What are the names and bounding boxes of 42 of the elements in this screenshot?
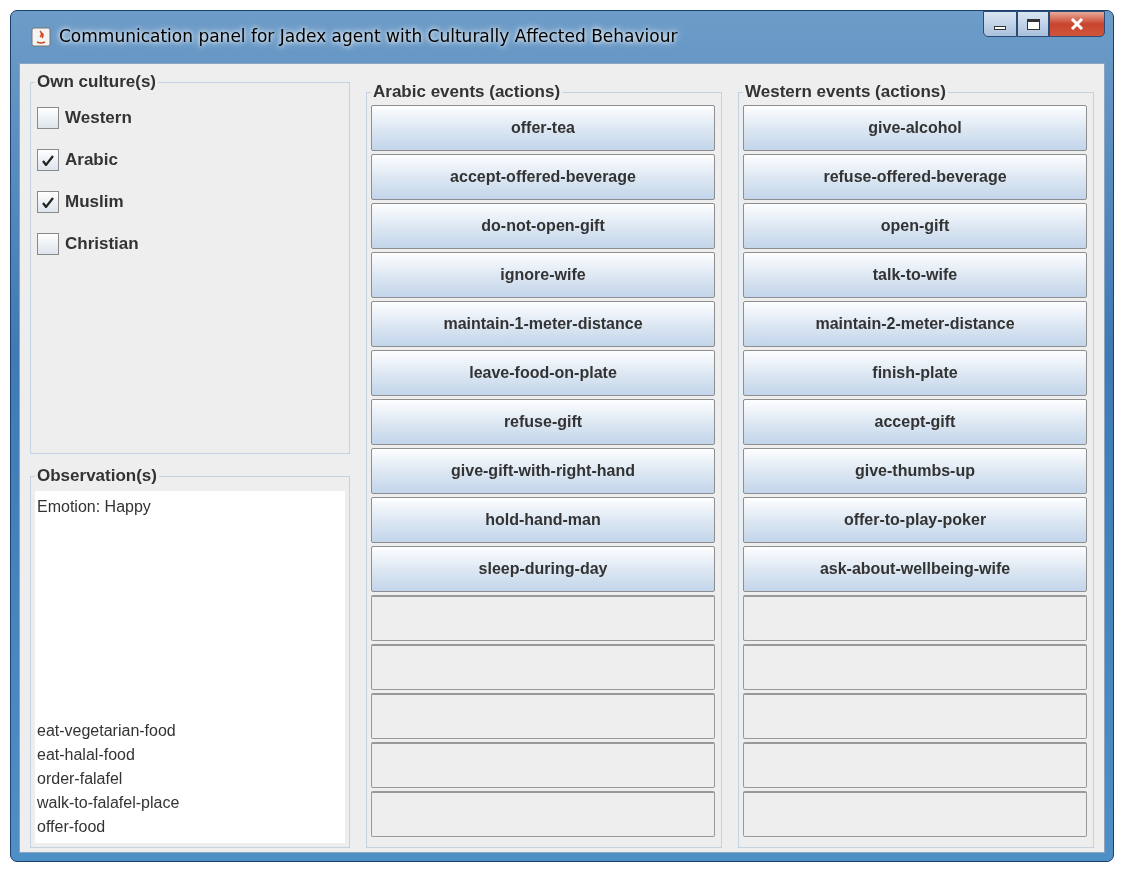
event-button[interactable]: finish-plate [743,350,1087,396]
event-button[interactable]: talk-to-wife [743,252,1087,298]
event-button[interactable]: accept-gift [743,399,1087,445]
observation-line: offer-food [37,817,107,837]
window-title: Communication panel for Jadex agent with Culturally Affected Behaviour [59,25,678,49]
event-button[interactable]: offer-to-play-poker [743,497,1087,543]
event-button[interactable]: ask-about-wellbeing-wife [743,546,1087,592]
minimize-button[interactable] [983,11,1017,37]
event-button[interactable]: do-not-open-gift [371,203,715,249]
close-button[interactable] [1049,11,1105,37]
emotion-text: Emotion: Happy [37,497,152,517]
check-icon [42,154,54,166]
event-button[interactable]: give-thumbs-up [743,448,1087,494]
event-button[interactable]: accept-offered-beverage [371,154,715,200]
event-button[interactable]: hold-hand-man [371,497,715,543]
event-button[interactable]: give-gift-with-right-hand [371,448,715,494]
event-button[interactable]: leave-food-on-plate [371,350,715,396]
maximize-button[interactable] [1017,11,1049,37]
event-button[interactable]: refuse-offered-beverage [743,154,1087,200]
group-title: Observation(s) [35,466,159,486]
event-button[interactable]: ignore-wife [371,252,715,298]
event-button[interactable]: open-gift [743,203,1087,249]
checkbox[interactable]: Western [37,97,343,139]
close-icon [1070,18,1084,30]
app-icon[interactable] [31,27,51,47]
checkbox[interactable]: Arabic [37,139,343,181]
checkbox[interactable]: Christian [37,223,343,265]
observation-line: order-falafel [37,769,124,789]
event-button[interactable]: refuse-gift [371,399,715,445]
group-title: Own culture(s) [35,72,158,92]
observation-line: walk-to-falafel-place [37,793,181,813]
event-button[interactable]: give-alcohol [743,105,1087,151]
event-button[interactable]: maintain-2-meter-distance [743,301,1087,347]
observation-line: eat-vegetarian-food [37,721,177,741]
event-button[interactable]: maintain-1-meter-distance [371,301,715,347]
group-title: Western events (actions) [743,82,948,102]
checkbox[interactable]: Muslim [37,181,343,223]
group-title: Arabic events (actions) [371,82,563,102]
event-button[interactable]: offer-tea [371,105,715,151]
event-button[interactable]: sleep-during-day [371,546,715,592]
check-icon [42,196,54,208]
observation-line: eat-halal-food [37,745,136,765]
